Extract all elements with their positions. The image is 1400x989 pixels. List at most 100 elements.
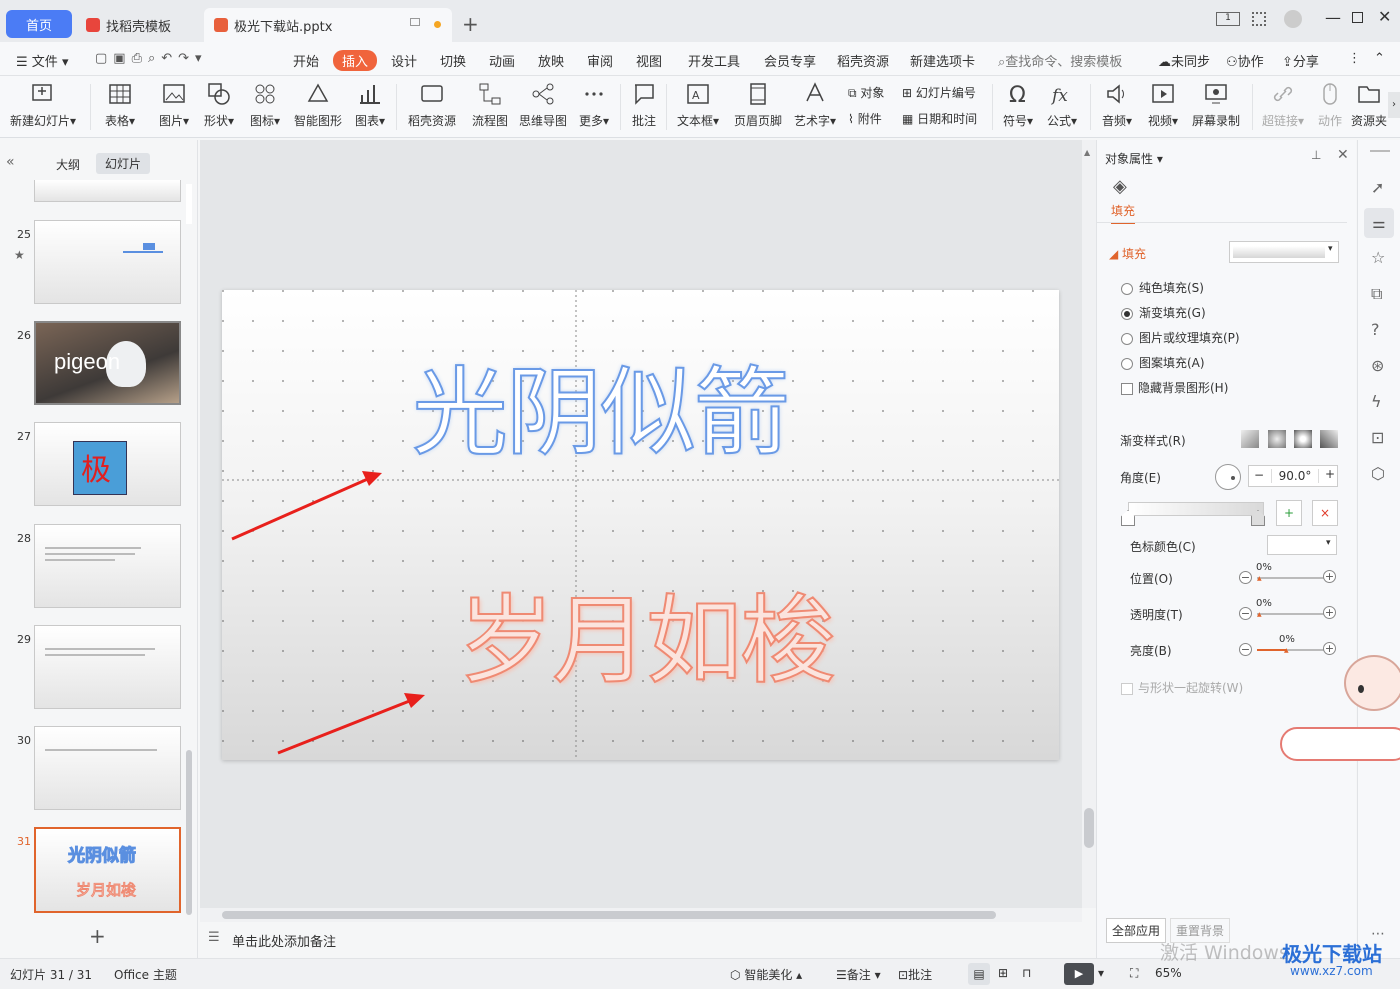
panel-scrollbar[interactable] — [186, 750, 192, 915]
menu-developer[interactable]: 开发工具 — [688, 51, 740, 70]
gradient-style-radial[interactable] — [1268, 430, 1286, 448]
tab-template[interactable]: 找稻壳模板 — [78, 8, 198, 42]
gradient-style-linear[interactable] — [1241, 430, 1259, 448]
fill-preset-dropdown[interactable]: ▾ — [1229, 241, 1339, 263]
slide-thumb-31[interactable]: 光阴似箭 岁月如梭 — [34, 827, 181, 913]
stop-color-picker[interactable]: ▾ — [1267, 535, 1337, 555]
comment-toggle[interactable]: ⊡批注 — [898, 966, 932, 983]
smart-art-button[interactable]: 智能图形 — [292, 81, 344, 129]
shape-button[interactable]: 形状▾ — [200, 81, 238, 129]
menu-transition[interactable]: 切换 — [440, 51, 466, 70]
new-slide-button[interactable]: 新建幻灯片▾ — [10, 81, 76, 129]
fill-pattern-option[interactable]: 图案填充(A) — [1121, 354, 1205, 371]
tab-home[interactable]: 首页 — [6, 10, 72, 38]
symbol-button[interactable]: Ω 符号▾ — [1000, 81, 1036, 129]
slide-thumb-30[interactable] — [34, 726, 181, 810]
screen-record-button[interactable]: 屏幕录制 — [1190, 81, 1242, 129]
plus-icon[interactable]: + — [1323, 606, 1336, 619]
menu-new-tab[interactable]: 新建选项卡 — [910, 51, 975, 70]
audio-button[interactable]: 音频▾ — [1098, 81, 1136, 129]
new-tab-icon[interactable]: + — [462, 12, 479, 36]
plus-icon[interactable]: + — [1323, 570, 1336, 583]
slider-handle[interactable]: ▲ — [1257, 575, 1262, 582]
close-icon[interactable]: ✕ — [1378, 7, 1391, 26]
hide-background-checkbox[interactable] — [1121, 382, 1133, 395]
collab-button[interactable]: ⚇协作 — [1226, 51, 1264, 70]
minimize-icon[interactable]: — — [1325, 8, 1341, 27]
rotate-with-shape-option[interactable]: 与形状一起旋转(W) — [1121, 679, 1243, 696]
formula-button[interactable]: fx 公式▾ — [1044, 81, 1080, 129]
menu-design[interactable]: 设计 — [391, 51, 417, 70]
slider-handle[interactable]: ▲ — [1284, 647, 1289, 654]
pane-title[interactable]: 对象属性 ▾ — [1105, 150, 1163, 167]
menu-slideshow[interactable]: 放映 — [538, 51, 564, 70]
increment-icon[interactable]: + — [1325, 467, 1335, 481]
position-slider[interactable]: − ▲ 0% + — [1239, 562, 1336, 584]
box-icon[interactable]: ⬡ — [1371, 464, 1385, 483]
tab-fill[interactable]: 填充 — [1111, 202, 1136, 224]
angle-value[interactable]: 90.0° — [1271, 469, 1319, 483]
menu-view[interactable]: 视图 — [636, 51, 662, 70]
decrement-icon[interactable]: − — [1254, 468, 1264, 482]
slide-number-button[interactable]: ⊞ 幻灯片编号 — [902, 84, 976, 101]
brightness-slider[interactable]: − ▲ 0% + — [1239, 634, 1336, 656]
tab-slides[interactable]: 幻灯片 — [96, 153, 151, 174]
drag-handle[interactable] — [1370, 150, 1390, 152]
share-button[interactable]: ⇪分享 — [1282, 51, 1319, 70]
fill-solid-option[interactable]: 纯色填充(S) — [1121, 279, 1204, 296]
menu-docer[interactable]: 稻壳资源 — [837, 51, 889, 70]
close-pane-icon[interactable]: ✕ — [1337, 147, 1349, 163]
chart-button[interactable]: 图表▾ — [352, 81, 388, 129]
textbox-button[interactable]: A 文本框▾ — [676, 81, 720, 129]
collapse-panel-icon[interactable]: « — [6, 154, 15, 170]
pin-icon[interactable]: ⊥ — [1311, 148, 1321, 162]
beautify-button[interactable]: ⬡ 智能美化 ▴ — [730, 966, 802, 983]
fill-gradient-option[interactable]: 渐变填充(G) — [1121, 304, 1206, 321]
slider-handle[interactable]: ▲ — [1257, 611, 1262, 618]
radio-picture[interactable] — [1121, 332, 1133, 345]
rotate-checkbox[interactable] — [1121, 682, 1133, 695]
wordart-button[interactable]: 艺术字▾ — [792, 81, 838, 129]
angle-stepper[interactable]: − 90.0° + — [1248, 465, 1338, 487]
sync-button[interactable]: ☁未同步 — [1158, 51, 1210, 70]
action-button[interactable]: 动作 — [1314, 81, 1346, 129]
picture-button[interactable]: 图片▾ — [156, 81, 192, 129]
zoom-level[interactable]: 65% — [1155, 966, 1182, 980]
mindmap-button[interactable]: 思维导图 — [518, 81, 568, 129]
apply-all-button[interactable]: 全部应用 — [1106, 918, 1167, 943]
slide-thumb-29[interactable] — [34, 625, 181, 709]
sorter-view-icon[interactable]: ⊞ — [998, 966, 1008, 980]
fill-picture-option[interactable]: 图片或纹理填充(P) — [1121, 329, 1240, 346]
gradient-style-path[interactable] — [1320, 430, 1338, 448]
menu-member[interactable]: 会员专享 — [764, 51, 816, 70]
layout-icon[interactable]: 1 — [1216, 12, 1240, 26]
transparency-slider[interactable]: − ▲ 0% + — [1239, 598, 1336, 620]
ribbon-scroll-right[interactable]: › — [1388, 92, 1400, 118]
menu-review[interactable]: 审阅 — [587, 51, 613, 70]
hyperlink-button[interactable]: 超链接▾ — [1260, 81, 1306, 129]
more-button[interactable]: 更多▾ — [576, 81, 612, 129]
icon-button[interactable]: 图标▾ — [246, 81, 284, 129]
notes-placeholder[interactable]: 单击此处添加备注 — [232, 931, 336, 950]
normal-view-icon[interactable]: ▤ — [968, 963, 990, 985]
tab-outline[interactable]: 大纲 — [56, 156, 80, 173]
fill-section-header[interactable]: ◢ 填充 — [1109, 245, 1146, 262]
maximize-icon[interactable] — [1352, 12, 1363, 23]
reading-view-icon[interactable]: ⊓ — [1022, 966, 1031, 980]
radio-solid[interactable] — [1121, 282, 1133, 295]
menu-start[interactable]: 开始 — [293, 51, 319, 70]
command-search[interactable]: ⌕查找命令、搜索模板 — [998, 51, 1122, 70]
slide-thumb-27[interactable]: 极 — [34, 422, 181, 506]
object-button[interactable]: ⧉ 对象 — [848, 84, 884, 101]
fill-bucket-icon[interactable]: ◈ — [1113, 176, 1127, 197]
notes-toggle[interactable]: ☰备注 ▾ — [836, 966, 881, 983]
avatar[interactable] — [1284, 10, 1302, 28]
properties-icon[interactable]: ⚌ — [1364, 208, 1394, 238]
rocket-icon[interactable]: ➚ — [1371, 178, 1384, 197]
slide-thumb-26[interactable]: pigeon — [34, 321, 181, 405]
horizontal-scrollbar[interactable] — [200, 908, 1082, 922]
notes-bar[interactable]: ☰ 单击此处添加备注 — [200, 924, 1096, 954]
add-stop-icon[interactable]: + — [1276, 500, 1302, 526]
comment-button[interactable]: 批注 — [630, 81, 658, 129]
grid-icon[interactable] — [1252, 12, 1266, 26]
